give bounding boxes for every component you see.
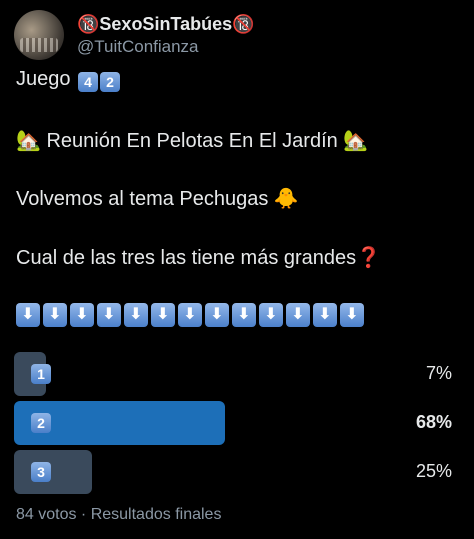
down-arrow-icon: ⬇ bbox=[43, 303, 67, 327]
tweet-header: 🔞SexoSinTabúes🔞 @TuitConfianza bbox=[14, 10, 255, 60]
poll-option-percent: 25% bbox=[415, 461, 452, 481]
poll-option-3: 3 25% bbox=[14, 450, 458, 494]
poll-option-label: 2 bbox=[31, 413, 51, 433]
down-arrow-icon: ⬇ bbox=[340, 303, 364, 327]
tweet-line-reunion: 🏡 Reunión En Pelotas En El Jardín 🏡 bbox=[16, 130, 369, 152]
poll-bar bbox=[14, 450, 92, 494]
down-arrow-icon: ⬇ bbox=[232, 303, 256, 327]
poll-option-label: 1 bbox=[31, 364, 51, 384]
poll-option-2: 2 68% bbox=[14, 401, 458, 445]
down-arrow-icon: ⬇ bbox=[151, 303, 175, 327]
down-arrows-row: ⬇ ⬇ ⬇ ⬇ ⬇ ⬇ ⬇ ⬇ ⬇ ⬇ ⬇ ⬇ ⬇ bbox=[16, 303, 364, 327]
down-arrow-icon: ⬇ bbox=[259, 303, 283, 327]
author-names: 🔞SexoSinTabúes🔞 @TuitConfianza bbox=[77, 13, 255, 58]
username[interactable]: @TuitConfianza bbox=[77, 36, 255, 58]
down-arrow-icon: ⬇ bbox=[205, 303, 229, 327]
down-arrow-icon: ⬇ bbox=[70, 303, 94, 327]
down-arrow-icon: ⬇ bbox=[124, 303, 148, 327]
display-name[interactable]: 🔞SexoSinTabúes🔞 bbox=[77, 13, 255, 35]
down-arrow-icon: ⬇ bbox=[16, 303, 40, 327]
tweet-line-volvemos: Volvemos al tema Pechugas 🐥 bbox=[16, 188, 299, 210]
down-arrow-icon: ⬇ bbox=[313, 303, 337, 327]
poll-option-label: 3 bbox=[31, 462, 51, 482]
keycap-2-icon: 2 bbox=[100, 72, 121, 92]
poll-option-1: 1 7% bbox=[14, 352, 458, 396]
avatar[interactable] bbox=[14, 10, 64, 60]
tweet-line-juego: Juego 42 bbox=[16, 68, 121, 92]
poll-option-percent: 68% bbox=[415, 412, 452, 432]
down-arrow-icon: ⬇ bbox=[97, 303, 121, 327]
down-arrow-icon: ⬇ bbox=[178, 303, 202, 327]
keycap-4-icon: 4 bbox=[78, 72, 99, 92]
down-arrow-icon: ⬇ bbox=[286, 303, 310, 327]
tweet-line-question: Cual de las tres las tiene más grandes❓ bbox=[16, 247, 382, 269]
juego-text: Juego bbox=[16, 68, 71, 90]
poll-footer: 84 votos · Resultados finales bbox=[16, 506, 222, 523]
poll-option-percent: 7% bbox=[425, 363, 452, 383]
